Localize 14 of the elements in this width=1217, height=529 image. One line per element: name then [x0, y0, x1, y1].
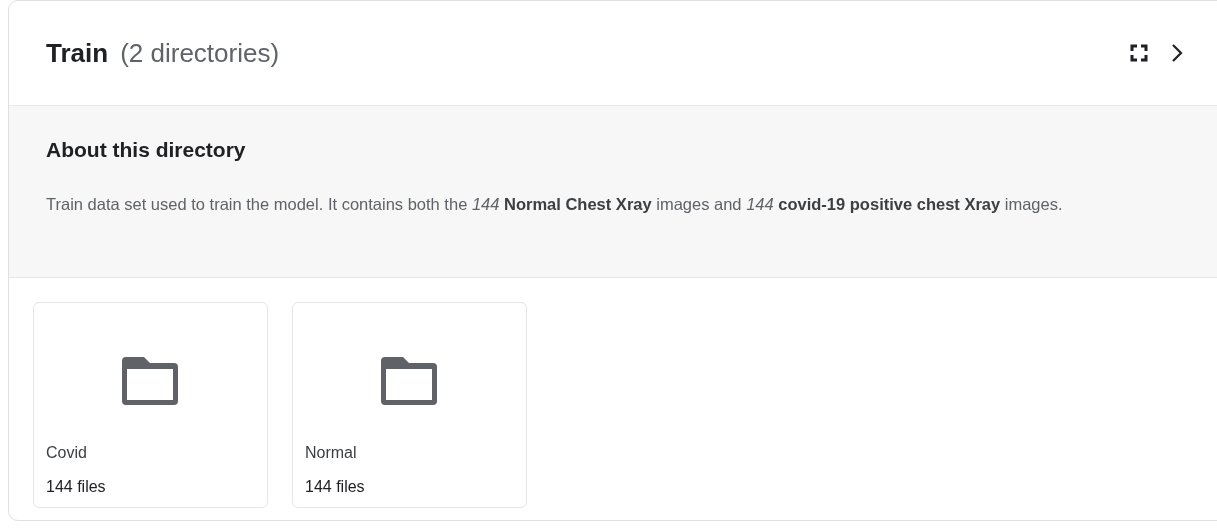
panel-title: Train	[46, 36, 109, 70]
directory-card[interactable]: Normal 144 files	[292, 302, 527, 508]
folder-icon	[121, 357, 180, 405]
about-heading: About this directory	[46, 137, 247, 163]
directory-name: Covid	[46, 443, 88, 463]
directory-count: (2 directories)	[120, 36, 280, 70]
file-count: 144 files	[46, 477, 107, 497]
directory-card[interactable]: Covid 144 files	[33, 302, 268, 508]
directory-name: Normal	[305, 443, 358, 463]
about-description: Train data set used to train the model. It contains both the 144 Normal Chest Xray images and 144 covid-19 positive chest Xray images.	[46, 193, 1064, 215]
folder-icon	[380, 357, 439, 405]
file-count: 144 files	[305, 477, 366, 497]
chevron-right-icon	[1171, 43, 1183, 63]
fullscreen-icon	[1130, 44, 1148, 62]
